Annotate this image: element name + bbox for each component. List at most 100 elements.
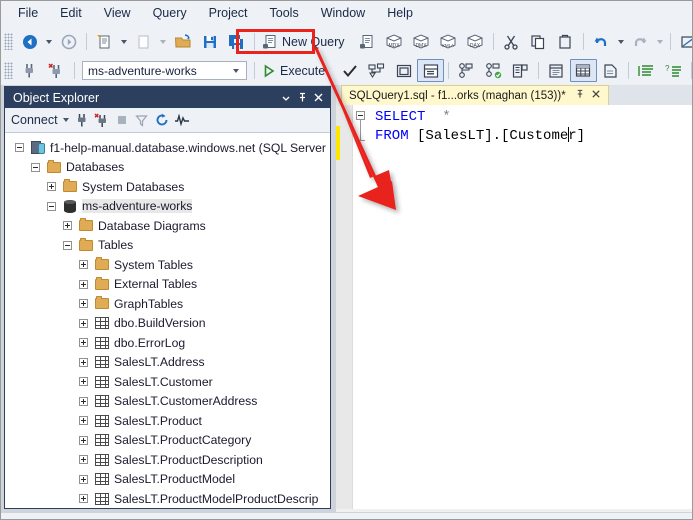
display-estimated-plan-icon[interactable]	[363, 59, 390, 82]
collapse-icon[interactable]	[45, 200, 58, 213]
intellisense-icon[interactable]	[417, 59, 445, 82]
toolbar-grip[interactable]	[4, 33, 13, 50]
tree-node[interactable]: SalesLT.Address	[5, 353, 330, 373]
tree-node[interactable]: Database Diagrams	[5, 216, 330, 236]
collapse-region-icon[interactable]	[356, 111, 365, 120]
toolbar-grip[interactable]	[4, 62, 13, 79]
expand-icon[interactable]	[77, 297, 90, 310]
collapse-icon[interactable]	[13, 141, 26, 154]
tree-node[interactable]: SalesLT.CustomerAddress	[5, 392, 330, 412]
tree-node[interactable]: ms-adventure-works	[5, 197, 330, 217]
code-editor[interactable]: SELECT * FROM [SalesLT].[Customer]	[336, 105, 693, 509]
redo-dropdown-icon[interactable]	[656, 39, 663, 44]
tree-node[interactable]: SalesLT.ProductModel	[5, 470, 330, 490]
new-xmla-query-icon[interactable]: XMLA	[435, 30, 462, 53]
navigate-back-icon[interactable]	[16, 30, 43, 53]
pin-icon[interactable]	[572, 89, 588, 102]
results-to-grid-icon[interactable]	[570, 59, 598, 82]
tree-node[interactable]: GraphTables	[5, 294, 330, 314]
expand-icon[interactable]	[77, 336, 90, 349]
include-actual-plan-icon[interactable]	[453, 59, 480, 82]
tree-node[interactable]: dbo.ErrorLog	[5, 333, 330, 353]
expand-icon[interactable]	[77, 395, 90, 408]
paste-icon[interactable]	[552, 30, 579, 53]
close-icon[interactable]	[588, 89, 604, 102]
undo-icon[interactable]	[588, 30, 615, 53]
tree-node[interactable]: Databases	[5, 158, 330, 178]
new-query-dropdown-icon[interactable]	[121, 39, 127, 44]
tree-node[interactable]: SalesLT.ProductCategory	[5, 431, 330, 451]
menu-item-tools[interactable]: Tools	[260, 3, 309, 23]
expand-icon[interactable]	[77, 473, 90, 486]
tree-node[interactable]: f1-help-manual.database.windows.net (SQL…	[5, 138, 330, 158]
new-file-dropdown-icon[interactable]	[160, 39, 166, 44]
tree-node[interactable]: SalesLT.Product	[5, 411, 330, 431]
new-mdx-query-icon[interactable]: MDX	[381, 30, 408, 53]
save-all-icon[interactable]	[223, 30, 250, 53]
disconnect-plug-icon[interactable]	[92, 111, 112, 130]
collapse-icon[interactable]	[29, 161, 42, 174]
expand-icon[interactable]	[45, 180, 58, 193]
expand-icon[interactable]	[77, 278, 90, 291]
menu-item-file[interactable]: File	[8, 3, 48, 23]
expand-icon[interactable]	[77, 375, 90, 388]
expand-icon[interactable]	[77, 356, 90, 369]
tree-node[interactable]: System Tables	[5, 255, 330, 275]
expand-icon[interactable]	[77, 453, 90, 466]
expand-icon[interactable]	[77, 258, 90, 271]
object-explorer-tree[interactable]: f1-help-manual.database.windows.net (SQL…	[5, 133, 330, 508]
collapse-icon[interactable]	[61, 239, 74, 252]
tree-node[interactable]: SalesLT.ProductModelProductDescrip	[5, 489, 330, 508]
sql-code-text[interactable]: SELECT * FROM [SalesLT].[Customer]	[371, 105, 693, 509]
cut-icon[interactable]	[498, 30, 525, 53]
menu-item-help[interactable]: Help	[377, 3, 423, 23]
menu-item-query[interactable]: Query	[143, 3, 197, 23]
uncomment-icon[interactable]: ?	[660, 59, 687, 82]
menu-item-project[interactable]: Project	[199, 3, 258, 23]
editor-indicator-margin[interactable]	[336, 105, 353, 509]
filter-icon[interactable]	[132, 111, 152, 130]
new-dax-query-icon[interactable]: DAX	[462, 30, 489, 53]
editor-tab-sqlquery1[interactable]: SQLQuery1.sql - f1...orks (maghan (153))…	[341, 85, 609, 105]
expand-icon[interactable]	[77, 434, 90, 447]
chevron-down-icon[interactable]	[278, 90, 294, 106]
disconnect-plug-icon[interactable]	[43, 59, 70, 82]
tree-node[interactable]: Tables	[5, 236, 330, 256]
navigate-back-dropdown-icon[interactable]	[46, 39, 52, 44]
results-to-file-icon[interactable]	[597, 59, 624, 82]
expand-icon[interactable]	[77, 414, 90, 427]
redo-icon[interactable]	[627, 30, 654, 53]
chevron-down-icon[interactable]	[233, 68, 239, 73]
menu-item-view[interactable]: View	[94, 3, 141, 23]
comment-icon[interactable]	[633, 59, 660, 82]
navigate-forward-icon[interactable]	[55, 30, 82, 53]
tree-node[interactable]: External Tables	[5, 275, 330, 295]
new-dmx-query-icon[interactable]: DMX	[408, 30, 435, 53]
tree-node[interactable]: dbo.BuildVersion	[5, 314, 330, 334]
stop-icon[interactable]	[112, 111, 132, 130]
tree-node[interactable]: SalesLT.Customer	[5, 372, 330, 392]
copy-icon[interactable]	[525, 30, 552, 53]
toggle-window-icon[interactable]	[675, 30, 693, 53]
expand-icon[interactable]	[77, 492, 90, 505]
parse-check-icon[interactable]	[336, 59, 363, 82]
pin-icon[interactable]	[294, 90, 310, 106]
connect-plug-icon[interactable]	[16, 59, 43, 82]
connect-label[interactable]: Connect	[11, 113, 60, 127]
results-to-text-icon[interactable]	[543, 59, 570, 82]
new-analysis-query-icon[interactable]	[354, 30, 381, 53]
editor-fold-margin[interactable]	[353, 105, 371, 509]
connect-plug-icon[interactable]	[72, 111, 92, 130]
undo-dropdown-icon[interactable]	[617, 39, 624, 44]
tree-node[interactable]: System Databases	[5, 177, 330, 197]
refresh-icon[interactable]	[152, 111, 172, 130]
tree-node[interactable]: SalesLT.ProductDescription	[5, 450, 330, 470]
menu-item-edit[interactable]: Edit	[50, 3, 92, 23]
close-icon[interactable]	[310, 90, 326, 106]
include-client-stats-icon[interactable]	[507, 59, 534, 82]
new-query-with-connection-icon[interactable]	[91, 30, 118, 53]
open-file-icon[interactable]	[169, 30, 196, 53]
new-file-icon[interactable]	[130, 30, 157, 53]
connect-dropdown-icon[interactable]	[62, 118, 69, 122]
include-live-stats-icon[interactable]	[480, 59, 507, 82]
